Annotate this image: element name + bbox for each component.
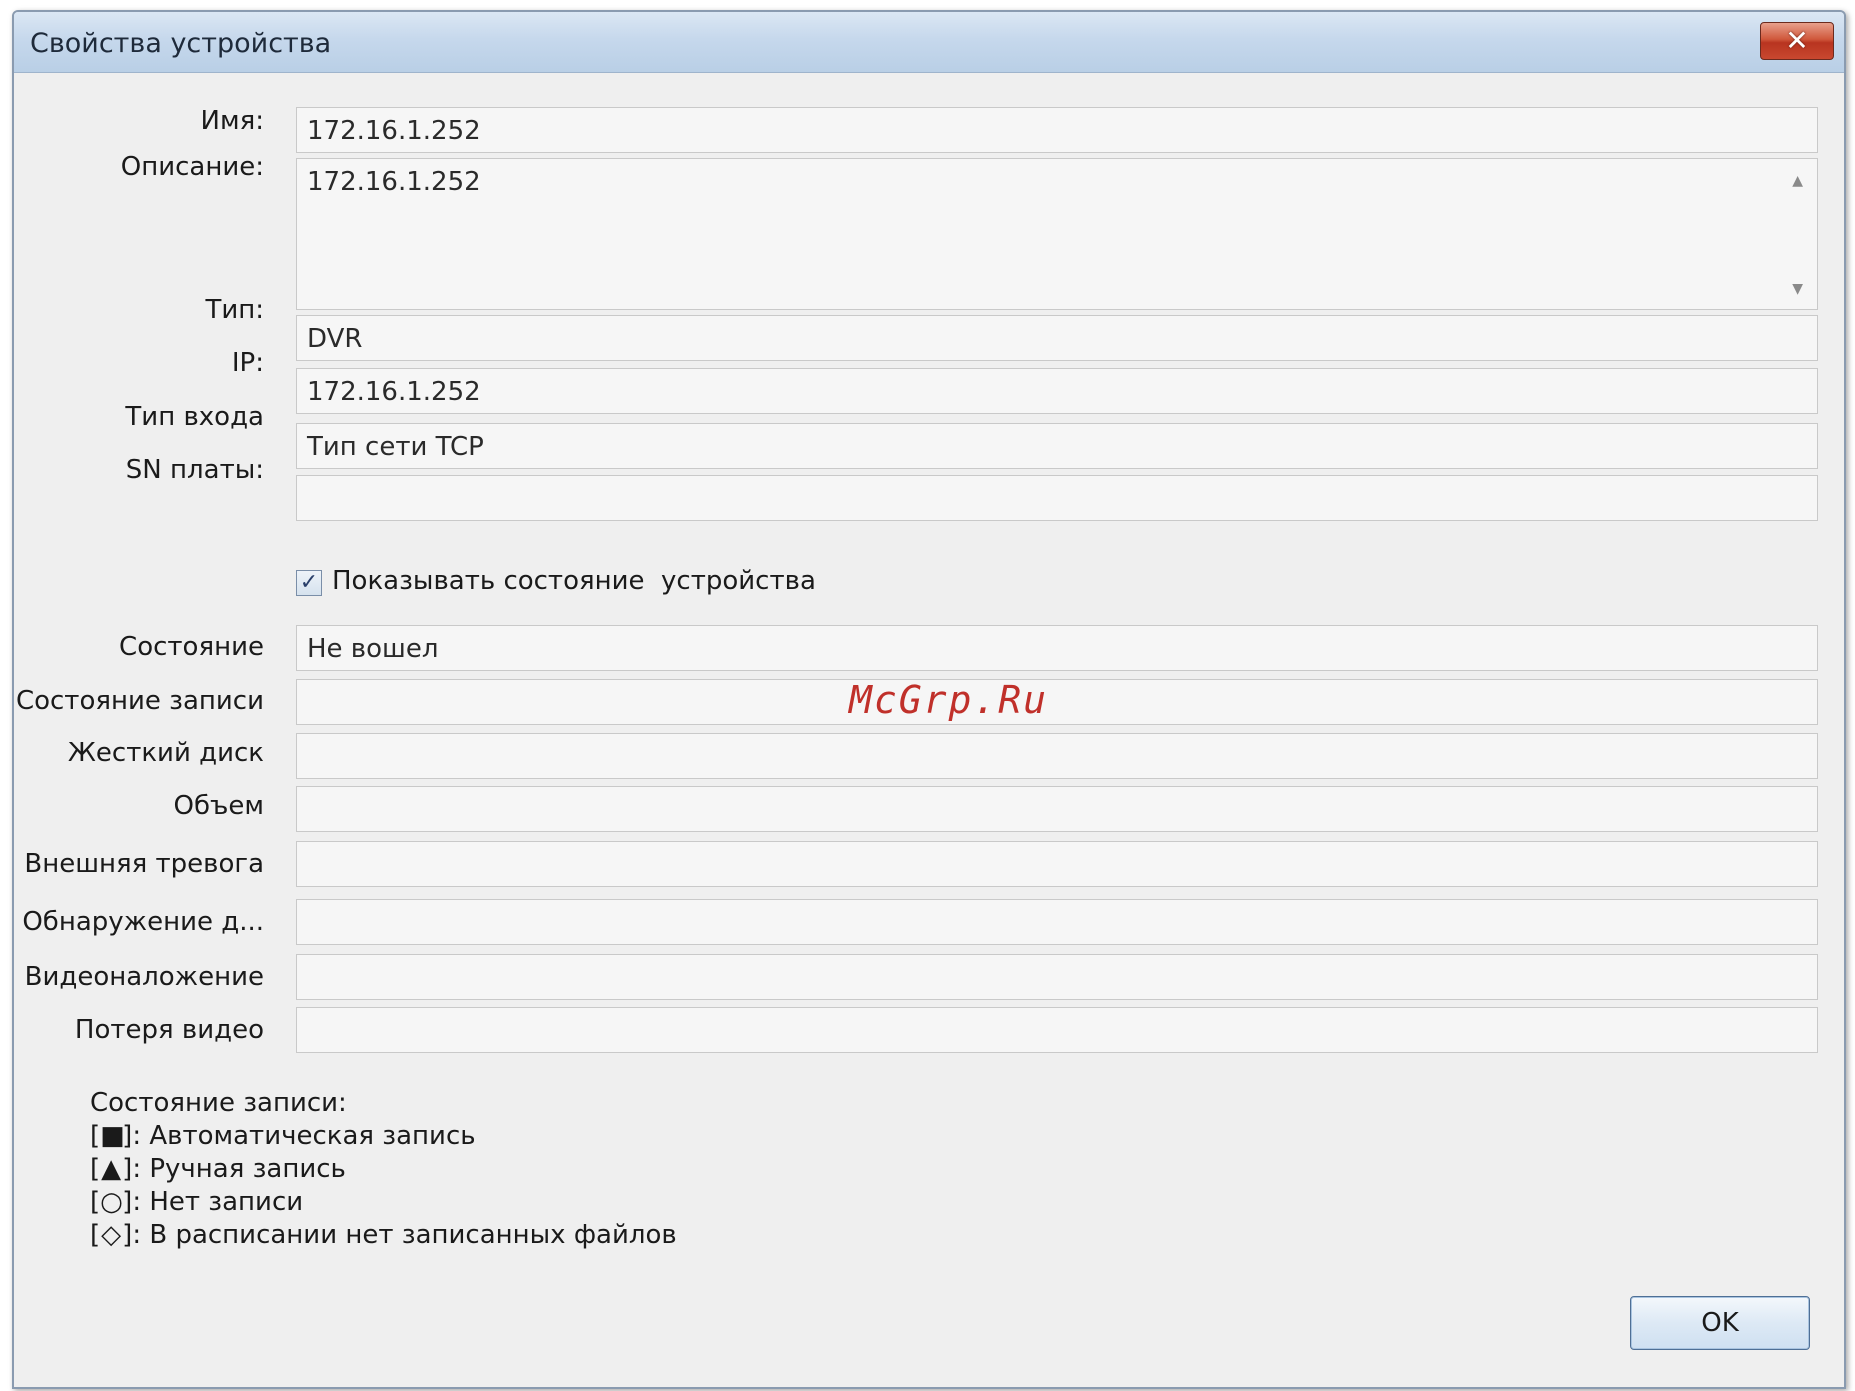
record-state-field[interactable]	[296, 679, 1818, 725]
name-field[interactable]: 172.16.1.252	[296, 107, 1818, 153]
show-status-label[interactable]: Показывать состояние устройства	[332, 566, 816, 596]
state-field[interactable]: Не вошел	[296, 625, 1818, 671]
description-text: 172.16.1.252	[307, 167, 481, 197]
show-status-checkbox[interactable]: ✓	[296, 570, 322, 596]
legend-item-auto: [■]: Автоматическая запись	[90, 1121, 476, 1151]
ip-label: IP:	[231, 348, 264, 378]
login-type-field[interactable]: Тип сети TCP	[296, 423, 1818, 469]
window-title: Свойства устройства	[30, 28, 332, 59]
external-alarm-field[interactable]	[296, 841, 1818, 887]
close-icon: ✕	[1785, 24, 1809, 57]
hdd-field[interactable]	[296, 733, 1818, 779]
type-label: Тип:	[205, 295, 264, 325]
record-state-legend: Состояние записи: [■]: Автоматическая за…	[90, 1088, 677, 1253]
type-field[interactable]: DVR	[296, 315, 1818, 361]
circle-icon: ○	[100, 1187, 123, 1217]
state-label: Состояние	[119, 632, 264, 662]
legend-item-manual: [▲]: Ручная запись	[90, 1154, 346, 1184]
scroll-up-icon[interactable]: ▲	[1792, 173, 1803, 189]
checkmark-icon: ✓	[299, 570, 319, 595]
device-properties-dialog: Свойства устройства ✕ Имя: 172.16.1.252 …	[12, 10, 1846, 1389]
record-state-label: Состояние записи	[15, 686, 264, 716]
video-loss-field[interactable]	[296, 1007, 1818, 1053]
video-loss-label: Потеря видео	[74, 1015, 264, 1045]
scroll-down-icon[interactable]: ▼	[1792, 281, 1803, 297]
legend-item-none: [○]: Нет записи	[90, 1187, 304, 1217]
overlay-field[interactable]	[296, 954, 1818, 1000]
ip-field[interactable]: 172.16.1.252	[296, 368, 1818, 414]
login-type-label: Тип входа	[125, 402, 264, 432]
title-bar: Свойства устройства ✕	[14, 12, 1844, 73]
external-alarm-label: Внешняя тревога	[24, 849, 264, 879]
hdd-label: Жесткий диск	[67, 738, 264, 768]
detection-label: Обнаружение д...	[22, 907, 264, 937]
volume-field[interactable]	[296, 786, 1818, 832]
overlay-label: Видеоналожение	[24, 962, 264, 992]
filled-square-icon: ■	[100, 1121, 125, 1151]
legend-title: Состояние записи:	[90, 1088, 347, 1118]
ok-button[interactable]: OK	[1630, 1296, 1810, 1350]
filled-triangle-icon: ▲	[101, 1154, 122, 1184]
diamond-icon: ◇	[101, 1220, 122, 1250]
sn-label: SN платы:	[125, 455, 264, 485]
description-label: Описание:	[120, 152, 264, 182]
detection-field[interactable]	[296, 899, 1818, 945]
name-label: Имя:	[200, 106, 264, 136]
close-button[interactable]: ✕	[1760, 22, 1834, 60]
watermark-text: McGrp.Ru	[849, 678, 1049, 722]
description-textarea[interactable]: 172.16.1.252 ▲ ▼	[296, 158, 1818, 310]
legend-item-no-files: [◇]: В расписании нет записанных файлов	[90, 1220, 677, 1250]
volume-label: Объем	[173, 791, 264, 821]
sn-field[interactable]	[296, 475, 1818, 521]
